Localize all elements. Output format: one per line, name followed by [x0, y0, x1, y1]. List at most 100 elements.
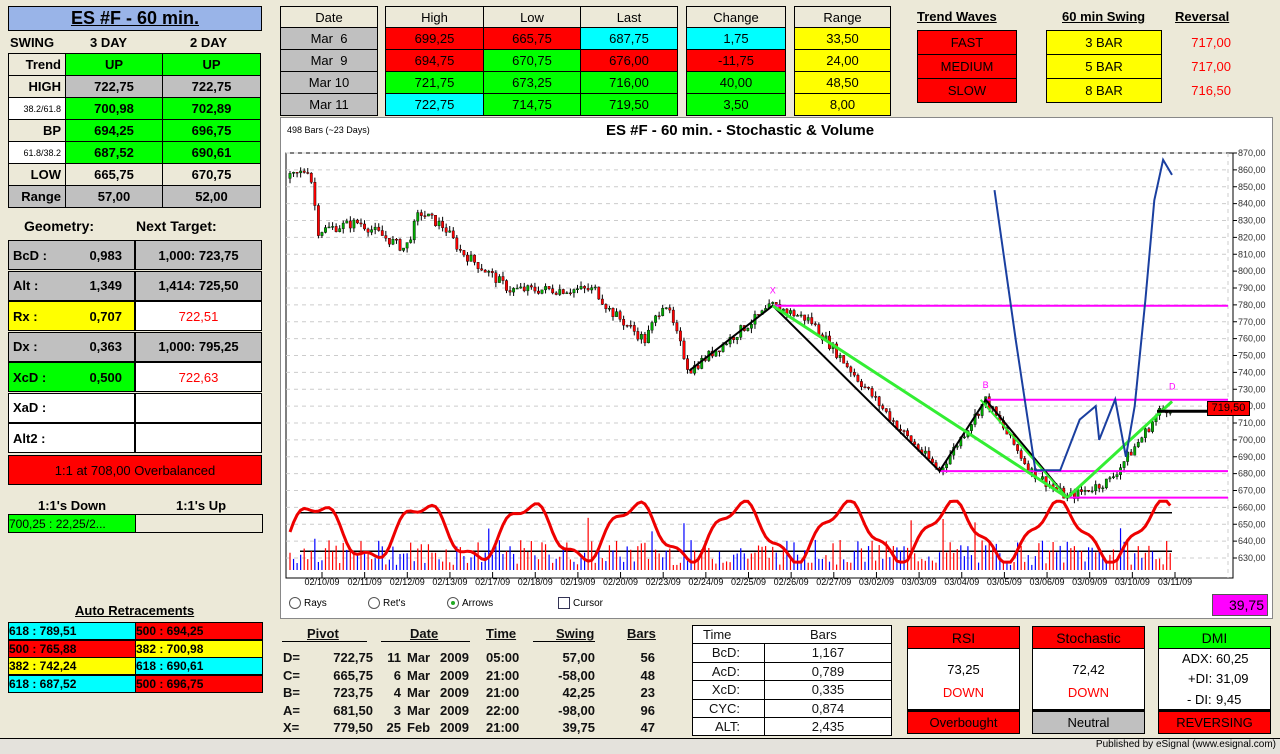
candle-body	[622, 319, 626, 326]
pivot-label: X=	[283, 720, 300, 735]
candle-body	[451, 230, 455, 239]
candle-body	[568, 292, 572, 295]
rsi-title: RSI	[907, 626, 1020, 649]
pivot-bars: 23	[640, 685, 655, 700]
pivot-label: A=	[283, 702, 300, 718]
candle-body	[636, 331, 640, 340]
candle-body	[320, 232, 324, 236]
candle-body	[679, 330, 682, 342]
candle-body	[664, 307, 668, 309]
plot-frame	[285, 152, 1234, 579]
date-tick-label: 03/05/09	[987, 577, 1022, 587]
pivot-time: 22:00	[486, 702, 520, 718]
candle-body	[405, 242, 409, 249]
candle-body	[608, 308, 611, 310]
candle-body	[373, 226, 377, 230]
candle-body	[579, 286, 583, 289]
time-bars-value: 0,874	[811, 700, 845, 716]
candle-body	[803, 314, 807, 321]
pivot-year: 2009	[440, 650, 469, 665]
time-bars-value: 2,435	[811, 719, 845, 734]
candle-body	[632, 325, 636, 332]
pivot-day: 11	[387, 650, 401, 665]
rsi-direction: DOWN	[942, 685, 985, 700]
pivot-header-0: Pivot	[307, 626, 339, 641]
candle-body	[796, 315, 799, 317]
dmi-title: DMI	[1158, 626, 1271, 649]
candle-body	[508, 290, 512, 293]
candle-body	[647, 329, 650, 344]
candle-body	[615, 311, 618, 317]
candle-body	[455, 237, 459, 250]
candle-body	[600, 298, 604, 305]
rets-radio[interactable]	[368, 597, 380, 609]
time-bars-row-line	[692, 643, 892, 644]
candle-body	[817, 324, 821, 336]
candle-body	[306, 172, 310, 174]
pattern-point-label: B	[983, 380, 989, 390]
candle-body	[537, 290, 540, 294]
date-tick-label: 02/17/09	[475, 577, 510, 587]
candle-body	[686, 358, 689, 370]
price-tick-label: 780,00	[1238, 300, 1266, 310]
arrows-radio[interactable]	[447, 597, 459, 609]
candle-body	[1087, 489, 1090, 492]
candle-body	[324, 227, 327, 233]
pivot-year: 2009	[440, 667, 469, 683]
candle-body	[923, 450, 927, 454]
time-bars-row-line	[692, 717, 892, 718]
rays-radio[interactable]	[289, 597, 301, 609]
candle-body	[430, 213, 434, 216]
rsi-value: 73,25	[947, 662, 980, 677]
candle-body	[746, 328, 750, 331]
candle-body	[302, 170, 306, 173]
candle-body	[870, 388, 874, 397]
pivot-bars: 48	[640, 667, 655, 683]
candle-body	[799, 314, 803, 317]
pivot-swing: 39,75	[562, 720, 595, 735]
candle-body	[565, 292, 569, 295]
pivot-header-1: Date	[410, 626, 439, 641]
pivot-price: 723,75	[333, 685, 373, 700]
candle-body	[547, 286, 551, 289]
stochastic-line	[288, 499, 1172, 564]
candle-body	[512, 288, 516, 293]
date-tick-label: 02/10/09	[304, 577, 339, 587]
price-tick-label: 770,00	[1238, 317, 1266, 327]
arrows-option[interactable]: Arrows	[447, 597, 493, 609]
candle-body	[533, 286, 537, 292]
candle-body	[735, 337, 739, 340]
candle-body	[327, 226, 331, 229]
rets-option[interactable]: Ret's	[368, 597, 405, 609]
pivot-price: 722,75	[333, 650, 373, 665]
stochastic-direction: DOWN	[1067, 685, 1110, 700]
candle-body	[1122, 461, 1126, 468]
pivot-swing: -58,00	[558, 667, 595, 683]
candle-body	[1143, 428, 1147, 438]
cursor-option[interactable]: Cursor	[558, 597, 603, 609]
pivot-swing: 42,25	[562, 685, 595, 700]
candle-body	[444, 227, 448, 233]
candle-body	[718, 350, 721, 353]
candle-body	[540, 289, 544, 294]
candle-body	[348, 220, 352, 229]
price-tick-label: 870,00	[1238, 148, 1266, 158]
cursor-checkbox[interactable]	[558, 597, 570, 609]
pivot-time: 21:00	[486, 685, 520, 700]
candle-body	[888, 411, 892, 421]
cursor-label: Cursor	[573, 597, 604, 609]
candle-body	[639, 334, 643, 340]
candle-body	[409, 239, 413, 243]
pivot-year: 2009	[440, 720, 469, 735]
dmi-body	[1158, 648, 1271, 712]
pivot-header-4: Bars	[627, 626, 656, 641]
candle-body	[867, 386, 870, 389]
price-tick-label: 660,00	[1238, 502, 1266, 512]
candle-body	[1129, 451, 1133, 456]
candle-body	[583, 286, 586, 289]
stochastic-state: Neutral	[1032, 711, 1145, 734]
rays-option[interactable]: Rays	[289, 597, 327, 609]
candle-body	[529, 285, 533, 288]
header-underline	[533, 641, 595, 642]
time-bars-key: AcD:	[711, 663, 740, 679]
